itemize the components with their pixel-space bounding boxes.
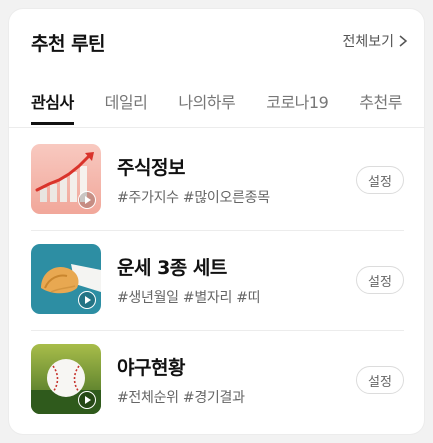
stock-chart-thumbnail — [31, 144, 101, 214]
see-all-link[interactable]: 전체보기 — [342, 31, 408, 51]
recommended-routines-card: 추천 루틴 전체보기 관심사 데일리 나의하루 코로나19 추천루 주식정보 #… — [9, 9, 424, 434]
play-icon — [78, 391, 96, 409]
tabs-divider — [9, 127, 424, 128]
routine-tags: #전체순위 #경기결과 — [117, 390, 245, 406]
routine-tags: #생년월일 #별자리 #띠 — [117, 290, 261, 306]
play-icon — [78, 291, 96, 309]
routine-title: 야구현황 — [117, 357, 185, 379]
settings-button[interactable]: 설정 — [356, 366, 404, 394]
tab-covid19[interactable]: 코로나19 — [266, 89, 329, 125]
routine-list: 주식정보 #주가지수 #많이오른종목 설정 운세 3종 세트 #생년월일 #별자… — [29, 131, 408, 431]
routine-title: 주식정보 — [117, 157, 185, 179]
category-tabs: 관심사 데일리 나의하루 코로나19 추천루 — [31, 89, 424, 129]
card-header: 추천 루틴 전체보기 — [31, 29, 408, 57]
play-icon — [78, 191, 96, 209]
routine-item[interactable]: 운세 3종 세트 #생년월일 #별자리 #띠 설정 — [29, 230, 408, 331]
tab-interests[interactable]: 관심사 — [31, 89, 74, 125]
chevron-right-icon — [399, 35, 408, 47]
see-all-label: 전체보기 — [342, 34, 394, 50]
settings-button[interactable]: 설정 — [356, 266, 404, 294]
settings-button[interactable]: 설정 — [356, 166, 404, 194]
tab-my-day[interactable]: 나의하루 — [178, 89, 235, 125]
tab-daily[interactable]: 데일리 — [105, 89, 148, 125]
routine-title: 운세 3종 세트 — [117, 257, 227, 279]
fortune-cookie-thumbnail — [31, 244, 101, 314]
routine-tags: #주가지수 #많이오른종목 — [117, 190, 270, 206]
baseball-thumbnail — [31, 344, 101, 414]
section-title: 추천 루틴 — [31, 33, 106, 55]
routine-item[interactable]: 주식정보 #주가지수 #많이오른종목 설정 — [29, 131, 408, 231]
tab-recommended[interactable]: 추천루 — [359, 89, 402, 125]
routine-item[interactable]: 야구현황 #전체순위 #경기결과 설정 — [29, 330, 408, 431]
